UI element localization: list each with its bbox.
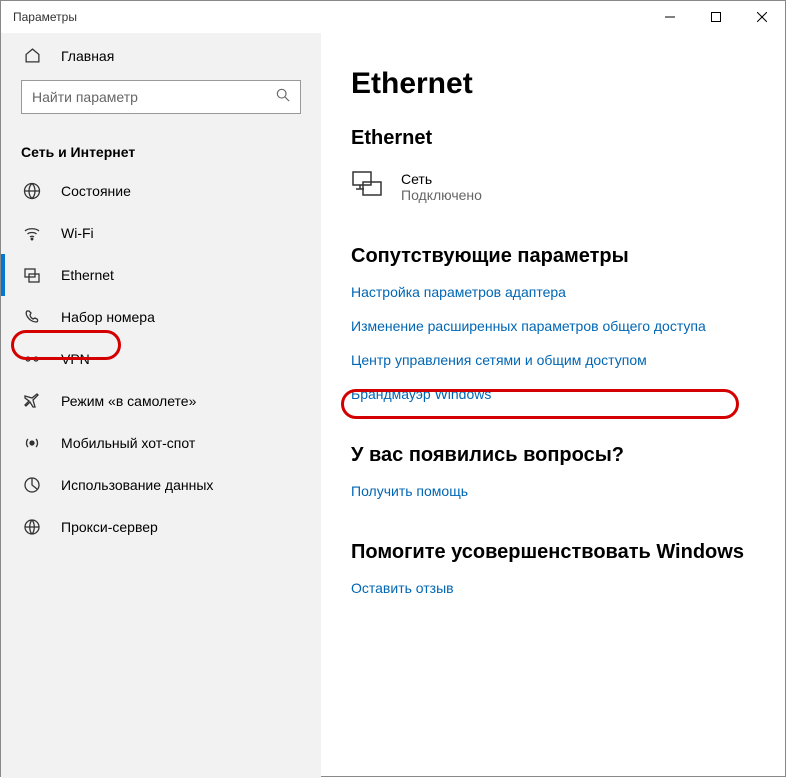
section-ethernet-title: Ethernet [351,127,755,150]
questions-title: У вас появились вопросы? [351,444,755,467]
close-button[interactable] [739,1,785,33]
page-title: Ethernet [351,67,755,101]
sidebar-item-label: Режим «в самолете» [61,393,196,409]
search-icon [276,88,290,107]
search-field[interactable] [32,89,276,105]
ethernet-icon [23,266,41,284]
maximize-button[interactable] [693,1,739,33]
network-status[interactable]: Сеть Подключено [351,168,755,205]
main-content: Ethernet Ethernet Сеть Подключено Сопутс… [321,33,785,778]
sidebar-item-hotspot[interactable]: Мобильный хот-спот [1,422,321,464]
sidebar-item-label: VPN [61,351,90,367]
sidebar-item-proxy[interactable]: Прокси-сервер [1,506,321,548]
sidebar-item-vpn[interactable]: VPN [1,338,321,380]
sidebar-item-ethernet[interactable]: Ethernet [1,254,321,296]
sidebar-item-airplane[interactable]: Режим «в самолете» [1,380,321,422]
sidebar-item-wifi[interactable]: Wi-Fi [1,212,321,254]
search-input[interactable] [21,80,301,114]
network-monitor-icon [351,168,383,205]
sidebar-home-label: Главная [61,48,114,64]
sidebar-item-datausage[interactable]: Использование данных [1,464,321,506]
link-adapter-settings[interactable]: Настройка параметров адаптера [351,284,755,300]
link-advanced-sharing[interactable]: Изменение расширенных параметров общего … [351,318,755,334]
minimize-button[interactable] [647,1,693,33]
dialup-icon [23,308,41,326]
sidebar-item-label: Мобильный хот-спот [61,435,195,451]
link-network-center[interactable]: Центр управления сетями и общим доступом [351,352,755,368]
sidebar: Главная Сеть и Интернет Состояние [1,33,321,778]
sidebar-item-label: Состояние [61,183,131,199]
sidebar-item-label: Прокси-сервер [61,519,158,535]
wifi-icon [23,224,41,242]
sidebar-item-dialup[interactable]: Набор номера [1,296,321,338]
related-title: Сопутствующие параметры [351,245,755,268]
sidebar-home[interactable]: Главная [1,33,321,78]
vpn-icon [23,350,41,368]
hotspot-icon [23,434,41,452]
home-icon [23,47,41,64]
window-title: Параметры [13,10,647,24]
datausage-icon [23,476,41,494]
sidebar-item-status[interactable]: Состояние [1,170,321,212]
status-icon [23,182,41,200]
airplane-icon [23,392,41,410]
link-firewall[interactable]: Брандмауэр Windows [351,386,755,402]
sidebar-category: Сеть и Интернет [1,126,321,170]
sidebar-item-label: Использование данных [61,477,213,493]
network-substatus: Подключено [401,187,482,203]
link-get-help[interactable]: Получить помощь [351,483,755,499]
improve-title: Помогите усовершенствовать Windows [351,541,755,564]
sidebar-item-label: Набор номера [61,309,155,325]
network-name: Сеть [401,171,482,187]
link-feedback[interactable]: Оставить отзыв [351,580,755,596]
sidebar-item-label: Ethernet [61,267,114,283]
proxy-icon [23,518,41,536]
sidebar-item-label: Wi-Fi [61,225,94,241]
